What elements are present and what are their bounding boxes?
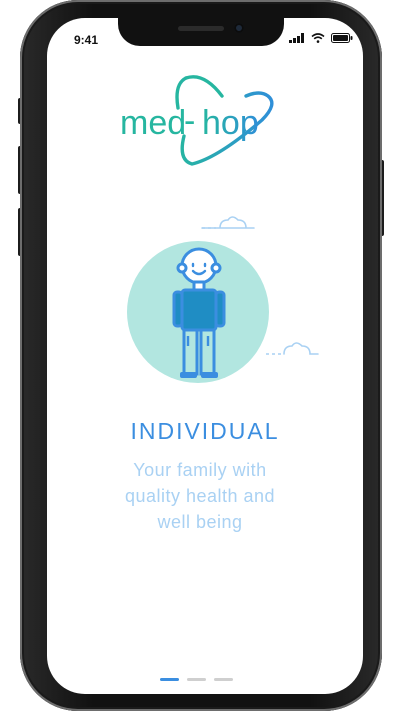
onboarding-subtitle: Your family with quality health and well… [90,457,310,535]
subtitle-line: quality health and [124,486,276,506]
logo-dash: - [184,102,195,140]
subtitle-line: well being [157,512,243,532]
signal-icon [289,33,304,43]
status-time: 9:41 [74,33,99,47]
cloud-icon [266,342,319,355]
front-camera-icon [234,23,244,33]
page-indicator-dot-2[interactable] [187,678,206,681]
speaker-grill [178,26,224,31]
logo-text-med: med [120,104,186,142]
page-indicator [160,678,233,681]
battery-icon [331,33,353,43]
notch [118,18,284,46]
subtitle-line: Your family with [133,460,267,480]
status-icons [289,33,353,43]
page-indicator-dot-3[interactable] [214,678,233,681]
cloud-icon [201,216,255,229]
onboarding-title: INDIVIDUAL [130,418,280,444]
logo-text-hop: hop [202,104,259,142]
individual-illustration [127,241,269,383]
wifi-icon [311,33,325,43]
med-hop-logo: med - hop [120,75,274,166]
page-indicator-dot-1[interactable] [160,678,179,681]
device-mockup: 9:41 med - hop INDIVIDUAL Your family wi… [0,0,400,711]
